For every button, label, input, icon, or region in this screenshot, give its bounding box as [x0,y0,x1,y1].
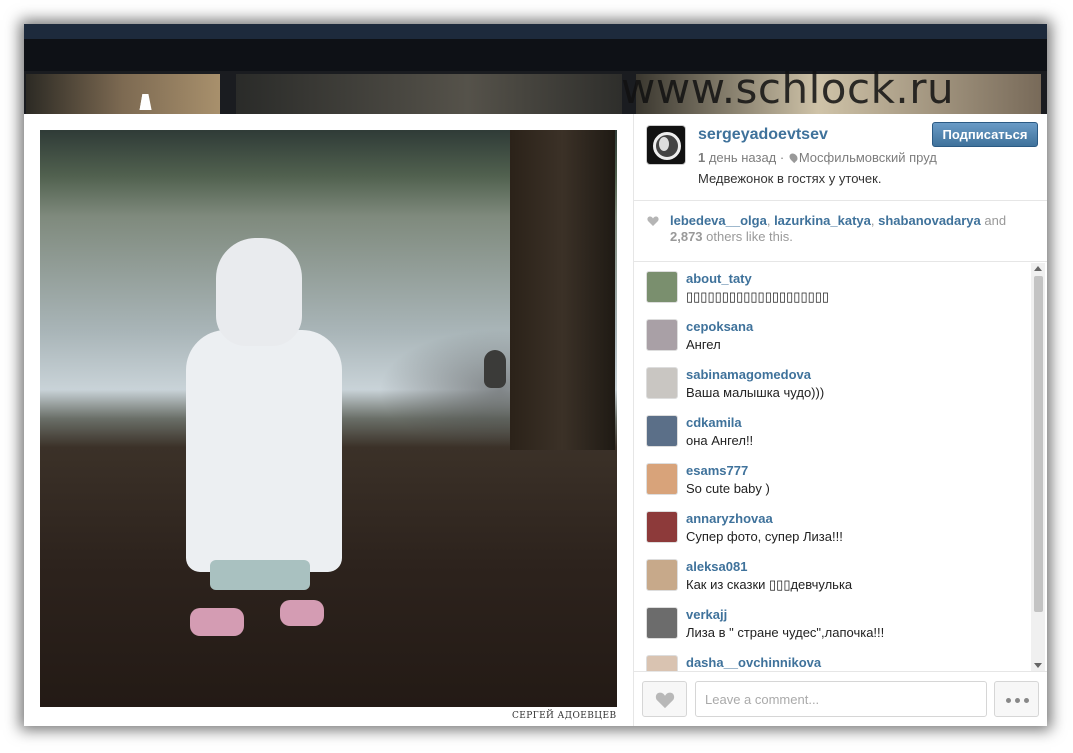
browser-window: www.schlock.ru СЕРГЕЙ АДОЕВЦЕВ sergeyado… [24,24,1047,726]
photo-signature: СЕРГЕЙ АДОЕВЦЕВ [512,711,617,721]
likes-and: and [984,213,1007,228]
comment-text: Ваша малышка чудо))) [686,385,825,400]
comment-item: esams777 So cute baby ) [646,463,1026,507]
liker-link[interactable]: lazurkina_katya [774,213,871,228]
comment-item: annaryzhovaa Супер фото, супер Лиза!!! [646,511,1026,555]
photo-child-shoe [190,608,244,636]
time-ago: день назад [705,150,777,165]
comment-text: Супер фото, супер Лиза!!! [686,529,843,544]
likes-count[interactable]: 2,873 [670,229,703,244]
commenter-avatar[interactable] [646,511,678,543]
comment-item: cdkamila она Ангел!! [646,415,1026,459]
scroll-up-arrow-icon[interactable] [1034,266,1042,271]
commenter-avatar[interactable] [646,559,678,591]
comment-item: about_taty ▯▯▯▯▯▯▯▯▯▯▯▯▯▯▯▯▯▯▯▯ [646,271,1026,315]
comment-text: она Ангел!! [686,433,754,448]
comment-input[interactable] [695,681,987,717]
commenter-avatar[interactable] [646,415,678,447]
commenter-avatar[interactable] [646,271,678,303]
comments-scrollbar[interactable] [1031,263,1045,671]
commenter-username[interactable]: about_taty [686,271,752,286]
post-meta: 1 день назад · Мосфильмовский пруд [698,150,937,165]
dot-icon [1015,698,1020,703]
commenter-username[interactable]: dasha__ovchinnikova [686,655,821,670]
dot-icon [1024,698,1029,703]
photo-tree [510,130,615,450]
liker-link[interactable]: shabanovadarya [878,213,981,228]
commenter-username[interactable]: cepoksana [686,319,753,334]
comment-item: dasha__ovchinnikova [646,655,1026,671]
comment-text: ▯▯▯▯▯▯▯▯▯▯▯▯▯▯▯▯▯▯▯▯ [686,289,830,304]
commenter-username[interactable]: esams777 [686,463,748,478]
post-side-panel: sergeyadoevtsev Подписаться 1 день назад… [633,114,1047,726]
photo-duck [484,350,506,388]
commenter-username[interactable]: cdkamila [686,415,742,430]
heart-icon [655,692,675,709]
location-link[interactable]: Мосфильмовский пруд [799,150,937,165]
photo-child-hood [216,238,302,346]
dot-icon [1006,698,1011,703]
comment-item: cepoksana Ангел [646,319,1026,363]
commenter-avatar[interactable] [646,463,678,495]
photo-child-shoe [280,600,324,626]
commenter-username[interactable]: annaryzhovaa [686,511,773,526]
comment-item: verkajj Лиза в " стране чудес",лапочка!!! [646,607,1026,651]
location-pin-icon [787,151,799,164]
liker-link[interactable]: lebedeva__olga [670,213,767,228]
commenter-avatar[interactable] [646,319,678,351]
photo-child-legs [210,560,310,590]
photo-child-coat [186,330,342,572]
comment-item: aleksa081 Как из сказки ▯▯▯девчулька [646,559,1026,603]
commenter-avatar[interactable] [646,607,678,639]
commenter-username[interactable]: verkajj [686,607,727,622]
comment-item: sabinamagomedova Ваша малышка чудо))) [646,367,1026,411]
comment-text: Как из сказки ▯▯▯девчулька [686,577,853,592]
post-photo[interactable] [40,130,617,707]
post-header: sergeyadoevtsev Подписаться 1 день назад… [634,114,1047,200]
comment-text: Ангел [686,337,721,352]
watermark-url: www.schlock.ru [621,64,955,113]
window-topbar [24,24,1047,39]
author-avatar[interactable] [646,125,686,165]
heart-icon [647,216,659,226]
commenter-avatar[interactable] [646,367,678,399]
commenter-username[interactable]: aleksa081 [686,559,747,574]
avatar-figure [659,137,669,151]
likes-section: lebedeva__olga, lazurkina_katya, shabano… [634,200,1047,262]
post-modal: СЕРГЕЙ АДОЕВЦЕВ sergeyadoevtsev Подписат… [24,114,1047,726]
commenter-avatar[interactable] [646,655,678,671]
author-username[interactable]: sergeyadoevtsev [698,126,828,144]
post-caption: Медвежонок в гостях у уточек. [698,171,882,186]
commenter-username[interactable]: sabinamagomedova [686,367,811,382]
follow-button[interactable]: Подписаться [932,122,1038,147]
scroll-thumb[interactable] [1034,276,1043,612]
background-thumbnail[interactable] [26,74,220,114]
likes-tail: others like this. [706,229,793,244]
likes-text: lebedeva__olga, lazurkina_katya, shabano… [670,213,1007,244]
scroll-down-arrow-icon[interactable] [1034,663,1042,668]
background-thumbnail[interactable] [236,74,622,114]
comments-list[interactable]: about_taty ▯▯▯▯▯▯▯▯▯▯▯▯▯▯▯▯▯▯▯▯ cepoksana А… [634,263,1030,671]
like-button[interactable] [642,681,687,717]
comment-text: Лиза в " стране чудес",лапочка!!! [686,625,885,640]
comment-text: So cute baby ) [686,481,770,496]
more-options-button[interactable] [994,681,1039,717]
comment-footer [634,671,1047,726]
